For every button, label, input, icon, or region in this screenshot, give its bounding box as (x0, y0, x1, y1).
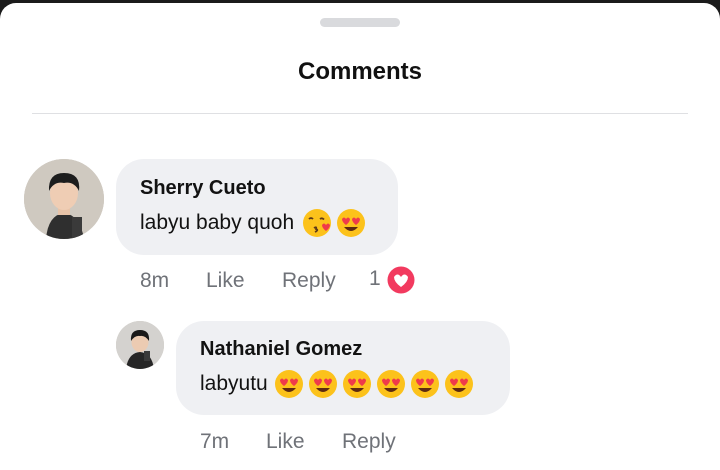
heart-eyes-icon (336, 208, 366, 238)
heart-eyes-icon (410, 369, 440, 399)
sheet-title: Comments (297, 58, 423, 85)
comment-text: labyutu (200, 368, 474, 400)
heart-eyes-icon (342, 369, 372, 399)
comment-author[interactable]: Nathaniel Gomez (200, 338, 362, 361)
comments-sheet: Comments Sherry Cueto labyu baby quoh 8m… (0, 3, 720, 470)
comment-text-content: labyu baby quoh (140, 211, 295, 234)
header-divider (32, 113, 688, 114)
avatar[interactable] (116, 321, 164, 369)
like-button[interactable]: Like (266, 430, 305, 454)
comment-time: 7m (200, 430, 230, 453)
face-blowing-kiss-icon (302, 208, 332, 238)
comment-text: labyu baby quoh (140, 207, 366, 239)
reply-button[interactable]: Reply (342, 430, 396, 454)
drag-handle[interactable] (320, 18, 400, 27)
reaction-count[interactable]: 1 (369, 267, 381, 291)
comment-text-content: labyutu (200, 372, 268, 395)
heart-eyes-icon (376, 369, 406, 399)
heart-reaction-icon[interactable] (384, 263, 418, 297)
heart-eyes-icon (308, 369, 338, 399)
heart-eyes-icon (274, 369, 304, 399)
reply-button[interactable]: Reply (282, 269, 336, 293)
heart-eyes-icon (444, 369, 474, 399)
like-button[interactable]: Like (206, 269, 245, 293)
comment-author[interactable]: Sherry Cueto (140, 177, 266, 200)
avatar[interactable] (24, 159, 104, 239)
comment-time: 8m (140, 269, 170, 292)
